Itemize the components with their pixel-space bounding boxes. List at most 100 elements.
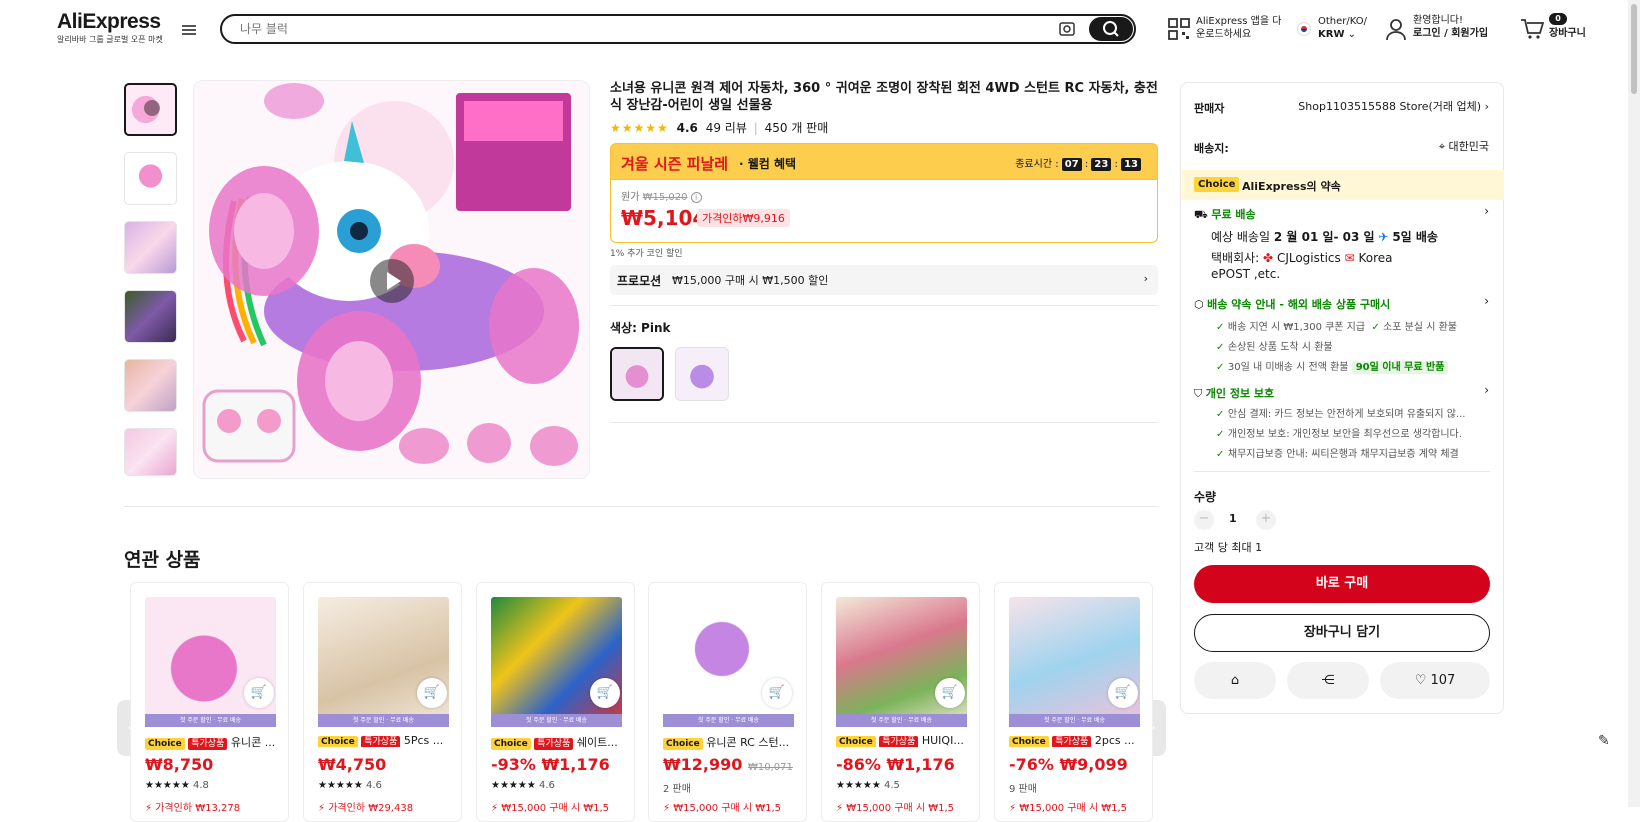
price-value: -76% ₩9,099 [1009, 755, 1128, 774]
review-count[interactable]: 49 리뷰 [706, 121, 747, 135]
add-to-cart-button[interactable]: 장바구니 담기 [1194, 614, 1490, 652]
cart-label[interactable]: 장바구니 [1549, 27, 1586, 40]
related-product-card[interactable]: 첫 주문 할인 · 무료 배송 🛒 Choice 유니콘 RC 스턴... ₩12,9… [648, 582, 807, 822]
thumbnail-2[interactable] [124, 152, 177, 205]
promotion-row[interactable]: 프로모션 ₩15,000 구매 시 ₩1,500 할인 › [610, 265, 1158, 295]
scrollbar-thumb[interactable] [1631, 4, 1637, 94]
check-icon: ✓ [1371, 322, 1380, 333]
related-product-card[interactable]: 첫 주문 할인 · 무료 배송 🛒 Choice 특가상품 2pcs ... -76%… [994, 582, 1153, 822]
related-product-name[interactable]: Choice 특가상품 5Pcs ... [318, 734, 458, 747]
promise-item: 손상된 상품 도착 시 환불 [1216, 338, 1333, 353]
search-input[interactable] [240, 20, 1020, 38]
related-product-title: 2pcs ... [1094, 734, 1135, 747]
related-product-name[interactable]: Choice 특가상품 HUIQI... [836, 734, 976, 747]
thumbnail-6[interactable] [124, 428, 177, 476]
page-scrollbar[interactable] [1628, 0, 1640, 807]
account-link[interactable]: 환영합니다! 로그인 / 회원가입 [1413, 14, 1488, 40]
quantity-decrease-button[interactable]: − [1194, 510, 1214, 530]
search-bar [220, 14, 1136, 44]
chevron-right-icon[interactable]: › [1484, 383, 1489, 397]
related-product-card[interactable]: 첫 주문 할인 · 무료 배송 🛒 Choice 특가상품 유니콘 ... ₩8,75… [130, 582, 289, 822]
app-download-link[interactable]: AliExpress 앱을 다 운로드하세요 [1196, 15, 1281, 41]
color-swatch-purple[interactable] [675, 347, 729, 401]
chevron-right-icon[interactable]: › [1484, 204, 1489, 218]
related-product-card[interactable]: 첫 주문 할인 · 무료 배송 🛒 Choice 특가상품 5Pcs ... ₩4,7… [303, 582, 462, 822]
rating-value: 4.5 [884, 780, 900, 791]
related-product-price: -76% ₩9,099 [1009, 755, 1128, 774]
edit-icon[interactable]: ✎ [1598, 733, 1610, 749]
info-icon[interactable]: i [690, 192, 702, 203]
wishlist-button[interactable]: ♡ 107 [1380, 662, 1490, 699]
promise-item-text: 배송 지연 시 ₩1,300 쿠폰 지급 [1227, 322, 1366, 333]
color-swatch-pink[interactable] [610, 347, 664, 401]
user-icon[interactable] [1385, 17, 1407, 41]
korea-post-icon: ✉ [1344, 251, 1355, 265]
related-product-rating: ★★★★★ 4.8 [145, 780, 209, 791]
privacy-row[interactable]: ⛉ 개인 정보 보호 [1194, 385, 1274, 401]
add-to-cart-icon[interactable]: 🛒 [417, 678, 447, 708]
price-value: -93% ₩1,176 [491, 755, 610, 774]
add-to-cart-icon[interactable]: 🛒 [1108, 678, 1138, 708]
add-to-cart-icon[interactable]: 🛒 [590, 678, 620, 708]
share-button[interactable]: ⋲ [1287, 662, 1369, 699]
thumbnail-4[interactable] [124, 290, 177, 343]
buy-now-button[interactable]: 바로 구매 [1194, 565, 1490, 603]
aliexpress-logo[interactable]: AliExpress [57, 10, 161, 34]
thumbnail-list [124, 83, 179, 492]
choice-tag: Choice [836, 736, 876, 747]
privacy-title: 개인 정보 보호 [1205, 387, 1275, 400]
cj-logo-icon: ✤ [1263, 251, 1274, 265]
airplane-icon: ✈ [1378, 230, 1389, 244]
choice-tag: Choice [491, 738, 531, 750]
timer-label: 종료시간 : [1015, 159, 1059, 170]
related-product-card[interactable]: 첫 주문 할인 · 무료 배송 🛒 Choice 특가상품 HUIQI... -86%… [821, 582, 980, 822]
related-product-sold: 2 판매 [663, 784, 691, 795]
related-product-price: -93% ₩1,176 [491, 755, 610, 774]
rating-value: 4.6 [676, 121, 698, 135]
original-price: ₩15,020 [642, 192, 688, 203]
top-header: AliExpress 알리바바 그룹 글로벌 오픈 마켓 AliExpress … [0, 0, 1640, 58]
promotion-text: ₩15,000 구매 시 ₩1,500 할인 [672, 274, 829, 287]
original-price-label: 원가 [621, 192, 640, 203]
search-button[interactable] [1089, 17, 1133, 41]
thumbnail-5[interactable] [124, 359, 177, 412]
carrier-label: 택배회사: [1211, 251, 1260, 265]
related-product-name[interactable]: Choice 특가상품 2pcs ... [1009, 734, 1149, 747]
quantity-increase-button[interactable]: + [1256, 510, 1276, 530]
discount-icon: ⚡ [1009, 803, 1017, 814]
region-selector[interactable]: Other/KO/ KRW ⌄ [1318, 15, 1367, 41]
chevron-right-icon: › [1143, 272, 1148, 285]
truck-icon: ⛟ [1194, 208, 1208, 221]
add-to-cart-icon[interactable]: 🛒 [935, 678, 965, 708]
menu-icon[interactable] [182, 23, 196, 37]
quantity-value[interactable]: 1 [1229, 512, 1237, 525]
add-to-cart-icon[interactable]: 🛒 [244, 678, 274, 708]
thumbnail-3[interactable] [124, 221, 177, 274]
related-product-name[interactable]: Choice 특가상품 쉐이트... [491, 734, 631, 750]
thumbnail-1[interactable] [124, 83, 177, 136]
image-search-icon[interactable] [1058, 21, 1076, 37]
first-order-band: 첫 주문 할인 · 무료 배송 [145, 714, 276, 727]
free-shipping-row[interactable]: ⛟ 무료 배송 [1194, 206, 1256, 223]
main-product-image[interactable] [193, 80, 590, 479]
first-order-band: 첫 주문 할인 · 무료 배송 [491, 714, 622, 727]
related-product-card[interactable]: 첫 주문 할인 · 무료 배송 🛒 Choice 특가상품 쉐이트... -93% ₩… [476, 582, 635, 822]
qr-code-icon[interactable] [1168, 18, 1190, 40]
ship-to-label: 배송지: [1194, 142, 1229, 155]
ship-to-selector[interactable]: ⌖ 대한민국 [1439, 138, 1489, 154]
store-button[interactable]: ⌂ [1194, 662, 1276, 699]
delivery-promise-row[interactable]: ⬡ 배송 약속 안내 - 해외 배송 상품 구매시 [1194, 296, 1390, 312]
divider [1194, 471, 1490, 472]
related-product-price: ₩4,750 [318, 755, 386, 774]
chevron-right-icon[interactable]: › [1484, 294, 1489, 308]
eta-days: 5일 배송 [1392, 230, 1438, 244]
product-title: 소녀용 유니콘 원격 제어 자동차, 360 ° 귀여운 조명이 장착된 회전 … [610, 81, 1158, 113]
cart-icon[interactable] [1520, 18, 1544, 40]
video-play-button[interactable] [370, 259, 414, 303]
related-product-name[interactable]: Choice 유니콘 RC 스턴... [663, 734, 803, 750]
rating-value: 4.6 [366, 780, 382, 791]
add-to-cart-icon[interactable]: 🛒 [762, 678, 792, 708]
seller-link[interactable]: Shop1103515588 Store(거래 업체) › [1298, 98, 1489, 114]
promo-text: ₩15,000 구매 시 ₩1,5 [673, 803, 782, 814]
related-product-name[interactable]: Choice 특가상품 유니콘 ... [145, 734, 285, 750]
